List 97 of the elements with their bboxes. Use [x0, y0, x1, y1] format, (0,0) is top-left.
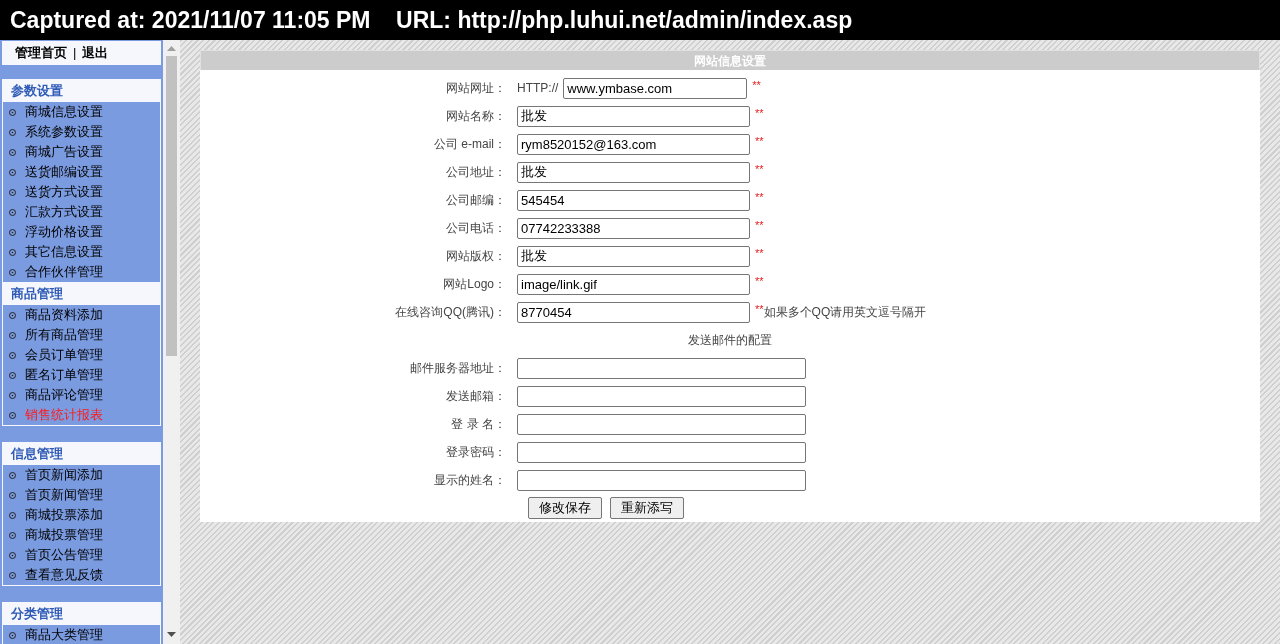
- scrollbar-thumb[interactable]: [166, 56, 177, 356]
- field-label: 邮件服务器地址：: [409, 360, 507, 377]
- input-field[interactable]: 批发: [517, 161, 750, 183]
- bullet-icon: [9, 128, 16, 136]
- capture-caption: Captured at: 2021/11/07 11:05 PM URL: http://php.luhui.net/admin/index.asp: [10, 5, 853, 35]
- bullet-icon: [9, 228, 16, 236]
- required-mark: **: [755, 190, 764, 205]
- required-mark: **: [752, 78, 761, 93]
- field-label: 公司电话：: [445, 220, 507, 237]
- bullet-icon: [9, 208, 16, 216]
- field-label: 网站名称：: [445, 108, 507, 125]
- input-field[interactable]: [517, 441, 806, 463]
- sidebar-item[interactable]: 送货邮编设置: [25, 162, 103, 182]
- required-mark: **: [755, 302, 764, 315]
- input-field[interactable]: image/link.gif: [517, 273, 750, 295]
- sidebar-item[interactable]: 商品评论管理: [25, 385, 103, 405]
- field-label: 公司邮编：: [445, 192, 507, 209]
- bullet-icon: [9, 311, 16, 319]
- input-field[interactable]: 批发: [517, 105, 750, 127]
- sidebar-item[interactable]: 首页新闻管理: [25, 485, 103, 505]
- field-label: 公司地址：: [445, 164, 507, 181]
- required-mark: **: [755, 134, 764, 149]
- section-title: 发送邮件的配置: [688, 332, 772, 349]
- input-field[interactable]: [517, 413, 806, 435]
- input-field[interactable]: rym8520152@163.com: [517, 133, 750, 155]
- bullet-icon: [9, 331, 16, 339]
- sidebar-item[interactable]: 所有商品管理: [25, 325, 103, 345]
- input-field[interactable]: 批发: [517, 245, 750, 267]
- link-separator: |: [73, 44, 77, 63]
- field-label: 发送邮箱：: [445, 388, 507, 405]
- url-prefix: HTTP://: [517, 80, 559, 97]
- sidebar-item[interactable]: 商城信息设置: [25, 102, 103, 122]
- sidebar-item[interactable]: 合作伙伴管理: [25, 262, 103, 282]
- bullet-icon: [9, 351, 16, 359]
- sidebar-item[interactable]: 商品大类管理: [25, 625, 103, 644]
- sidebar-item[interactable]: 送货方式设置: [25, 182, 103, 202]
- sidebar-item[interactable]: 首页公告管理: [25, 545, 103, 565]
- bullet-icon: [9, 188, 16, 196]
- field-label: 登录密码：: [445, 444, 507, 461]
- sidebar-item[interactable]: 商城投票管理: [25, 525, 103, 545]
- scrollbar[interactable]: [163, 40, 180, 644]
- input-field[interactable]: www.ymbase.com: [563, 77, 748, 99]
- input-field[interactable]: 8770454: [517, 301, 750, 323]
- field-label: 网站Logo：: [442, 276, 507, 293]
- top-link[interactable]: 退出: [82, 43, 109, 63]
- input-field[interactable]: [517, 385, 806, 407]
- input-field[interactable]: 07742233388: [517, 217, 750, 239]
- required-mark: **: [755, 218, 764, 233]
- sidebar-item[interactable]: 其它信息设置: [25, 242, 103, 262]
- scroll-down-icon[interactable]: [167, 632, 176, 637]
- field-label: 在线咨询QQ(腾讯)：: [394, 304, 507, 321]
- bullet-icon: [9, 551, 16, 559]
- bullet-icon: [9, 108, 16, 116]
- bullet-icon: [9, 471, 16, 479]
- field-label: 网站网址：: [445, 80, 507, 97]
- required-mark: **: [755, 246, 764, 261]
- bullet-icon: [9, 631, 16, 639]
- bullet-icon: [9, 371, 16, 379]
- sidebar-group-header[interactable]: 商品管理: [3, 283, 160, 305]
- sidebar-item[interactable]: 首页新闻添加: [25, 465, 103, 485]
- scroll-up-icon[interactable]: [167, 46, 176, 51]
- sidebar-item[interactable]: 匿名订单管理: [25, 365, 103, 385]
- sidebar-item[interactable]: 系统参数设置: [25, 122, 103, 142]
- form-button[interactable]: 重新添写: [610, 497, 684, 519]
- sidebar-group-header[interactable]: 参数设置: [3, 80, 160, 102]
- bullet-icon: [9, 148, 16, 156]
- sidebar-item[interactable]: 商品资料添加: [25, 305, 103, 325]
- input-field[interactable]: [517, 469, 806, 491]
- required-mark: **: [755, 106, 764, 121]
- sidebar-item[interactable]: 会员订单管理: [25, 345, 103, 365]
- field-note: 如果多个QQ请用英文逗号隔开: [763, 304, 927, 321]
- field-label: 公司 e-mail：: [433, 136, 507, 153]
- bullet-icon: [9, 531, 16, 539]
- sidebar-item[interactable]: 商城广告设置: [25, 142, 103, 162]
- sidebar-item[interactable]: 查看意见反馈: [25, 565, 103, 585]
- sidebar-item[interactable]: 浮动价格设置: [25, 222, 103, 242]
- sidebar-item[interactable]: 商城投票添加: [25, 505, 103, 525]
- bullet-icon: [9, 491, 16, 499]
- required-mark: **: [755, 162, 764, 177]
- field-label: 显示的姓名：: [433, 472, 507, 489]
- sidebar-item[interactable]: 汇款方式设置: [25, 202, 103, 222]
- bullet-icon: [9, 268, 16, 276]
- top-link[interactable]: 管理首页: [15, 43, 67, 63]
- sidebar-group-header[interactable]: 分类管理: [3, 603, 160, 625]
- bullet-icon: [9, 168, 16, 176]
- field-label: 登 录 名：: [450, 416, 507, 433]
- bullet-icon: [9, 248, 16, 256]
- bullet-icon: [9, 411, 16, 419]
- bullet-icon: [9, 391, 16, 399]
- input-field[interactable]: 545454: [517, 189, 750, 211]
- bullet-icon: [9, 511, 16, 519]
- sidebar-group-header[interactable]: 信息管理: [3, 443, 160, 465]
- field-label: 网站版权：: [445, 248, 507, 265]
- required-mark: **: [755, 274, 764, 289]
- form-button[interactable]: 修改保存: [528, 497, 602, 519]
- bullet-icon: [9, 571, 16, 579]
- input-field[interactable]: [517, 357, 806, 379]
